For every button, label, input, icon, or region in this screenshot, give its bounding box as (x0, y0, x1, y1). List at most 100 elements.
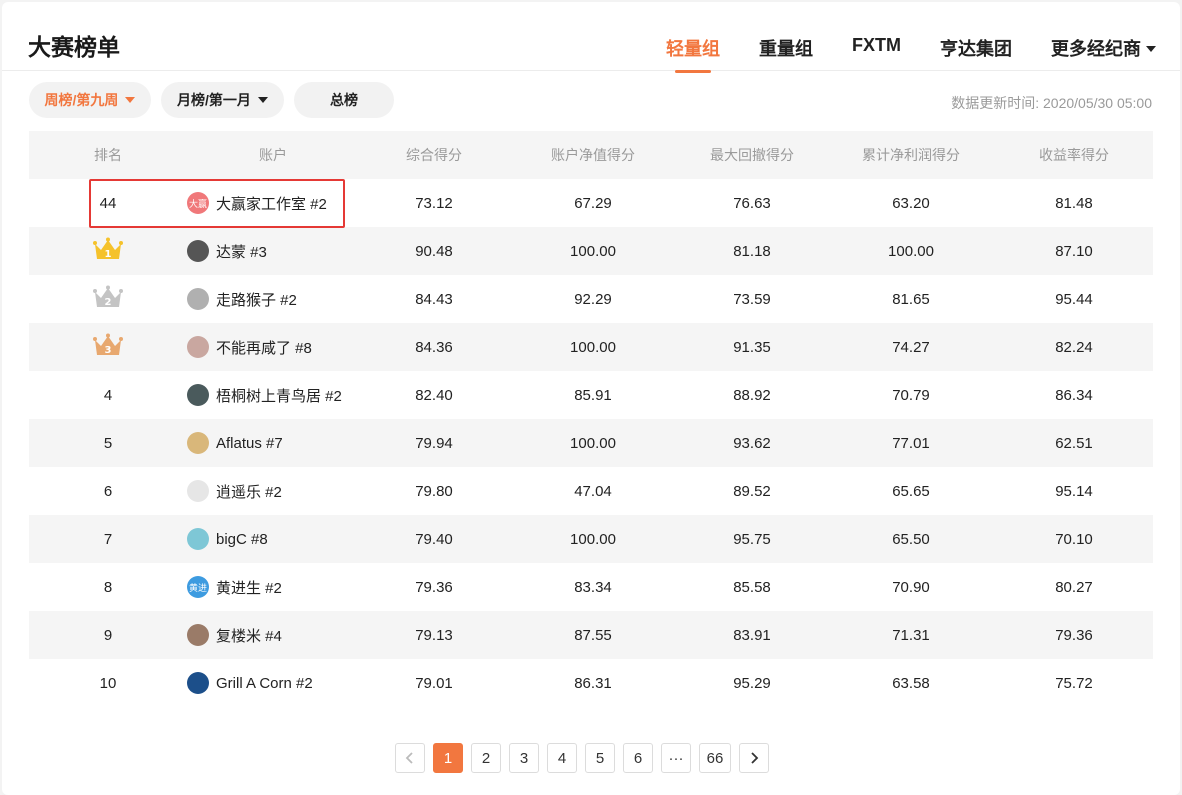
column-header-drawdown-score[interactable]: 最大回撤得分 (677, 145, 827, 165)
monthly-filter-button[interactable]: 月榜/第一月 (161, 82, 284, 118)
account-cell[interactable]: 梧桐树上青鸟居 #2 (187, 384, 359, 406)
page-button[interactable]: 1 (433, 743, 463, 773)
filter-bar: 周榜/第九周 月榜/第一月 总榜 (29, 82, 394, 118)
account-cell[interactable]: Aflatus #7 (187, 432, 359, 454)
net-profit-score: 81.65 (892, 290, 930, 308)
group-tabs: 轻量组 重量组 FXTM 亨达集团 更多经纪商 (627, 35, 1156, 61)
tab-heavy-group[interactable]: 重量组 (759, 35, 813, 61)
account-cell[interactable]: 逍遥乐 #2 (187, 480, 359, 502)
overall-score: 82.40 (415, 386, 453, 404)
table-row[interactable]: 10 Grill A Corn #2 79.01 86.31 95.29 63.58 75.… (29, 659, 1153, 707)
avatar (187, 672, 209, 694)
monthly-filter-label: 月榜/第一月 (177, 92, 251, 108)
equity-score: 92.29 (574, 290, 612, 308)
account-name[interactable]: 不能再咸了 #8 (216, 337, 312, 358)
page-button[interactable]: 3 (509, 743, 539, 773)
account-name[interactable]: 梧桐树上青鸟居 #2 (216, 385, 342, 406)
ellipsis-button[interactable]: ··· (661, 743, 691, 773)
net-profit-score: 71.31 (892, 626, 930, 644)
avatar (187, 240, 209, 262)
net-profit-score: 70.79 (892, 386, 930, 404)
table-row[interactable]: 3 不能再咸了 #8 84.36 100.00 91.35 74.27 82.24 (29, 323, 1153, 371)
account-cell[interactable]: 走路猴子 #2 (187, 288, 359, 310)
page-button[interactable]: 6 (623, 743, 653, 773)
page-button[interactable]: 5 (585, 743, 615, 773)
overall-score: 73.12 (415, 194, 453, 212)
tab-more-brokers[interactable]: 更多经纪商 (1051, 35, 1156, 61)
header: 大赛榜单 轻量组 重量组 FXTM 亨达集团 更多经纪商 (2, 2, 1180, 71)
rank-crown-silver-icon: 2 (29, 285, 187, 313)
account-cell[interactable]: 复楼米 #4 (187, 624, 359, 646)
tab-light-group[interactable]: 轻量组 (666, 35, 720, 61)
account-cell[interactable]: 大赢 大赢家工作室 #2 (187, 192, 359, 214)
rank-number: 4 (103, 386, 113, 404)
caret-down-icon (257, 97, 268, 103)
table-row[interactable]: 6 逍遥乐 #2 79.80 47.04 89.52 65.65 95.14 (29, 467, 1153, 515)
overall-filter-label: 总榜 (330, 92, 358, 108)
weekly-filter-button[interactable]: 周榜/第九周 (29, 82, 151, 118)
net-profit-score: 63.20 (892, 194, 930, 212)
caret-down-icon (1146, 46, 1156, 52)
return-score: 79.36 (1055, 626, 1093, 644)
account-name[interactable]: 走路猴子 #2 (216, 289, 297, 310)
overall-score: 79.94 (415, 434, 453, 452)
tab-fxtm[interactable]: FXTM (852, 35, 901, 61)
equity-score: 100.00 (570, 242, 616, 260)
table-row[interactable]: 8 黄进 黄进生 #2 79.36 83.34 85.58 70.90 80.27 (29, 563, 1153, 611)
overall-score: 90.48 (415, 242, 453, 260)
account-name[interactable]: Aflatus #7 (216, 435, 283, 452)
table-row[interactable]: 2 走路猴子 #2 84.43 92.29 73.59 81.65 95.44 (29, 275, 1153, 323)
tab-label: FXTM (852, 35, 901, 55)
account-name[interactable]: 复楼米 #4 (216, 625, 282, 646)
equity-score: 100.00 (570, 434, 616, 452)
table-row[interactable]: 44 大赢 大赢家工作室 #2 73.12 67.29 76.63 63.20 81.48 (29, 179, 1153, 227)
chevron-left-icon (405, 752, 413, 764)
return-score: 80.27 (1055, 578, 1093, 596)
drawdown-score: 89.52 (733, 482, 771, 500)
tab-hengda[interactable]: 亨达集团 (940, 35, 1012, 61)
table-row[interactable]: 4 梧桐树上青鸟居 #2 82.40 85.91 88.92 70.79 86.34 (29, 371, 1153, 419)
account-cell[interactable]: bigC #8 (187, 528, 359, 550)
account-cell[interactable]: Grill A Corn #2 (187, 672, 359, 694)
return-score: 62.51 (1055, 434, 1093, 452)
table-row[interactable]: 9 复楼米 #4 79.13 87.55 83.91 71.31 79.36 (29, 611, 1153, 659)
net-profit-score: 74.27 (892, 338, 930, 356)
avatar (187, 432, 209, 454)
column-header-equity-score[interactable]: 账户净值得分 (509, 145, 677, 165)
overall-score: 79.36 (415, 578, 453, 596)
column-header-overall-score[interactable]: 综合得分 (359, 145, 509, 165)
column-header-return-score[interactable]: 收益率得分 (995, 145, 1153, 165)
drawdown-score: 95.29 (733, 674, 771, 692)
account-name[interactable]: 大赢家工作室 #2 (216, 193, 327, 214)
equity-score: 86.31 (574, 674, 612, 692)
tab-label: 轻量组 (666, 39, 720, 59)
account-name[interactable]: bigC #8 (216, 531, 268, 548)
overall-filter-button[interactable]: 总榜 (294, 82, 394, 118)
table-row[interactable]: 1 达蒙 #3 90.48 100.00 81.18 100.00 87.10 (29, 227, 1153, 275)
return-score: 70.10 (1055, 530, 1093, 548)
tab-label: 亨达集团 (940, 39, 1012, 59)
rank-number: 44 (99, 194, 117, 212)
account-cell[interactable]: 黄进 黄进生 #2 (187, 576, 359, 598)
rank-number: 6 (103, 482, 113, 500)
drawdown-score: 95.75 (733, 530, 771, 548)
overall-score: 79.01 (415, 674, 453, 692)
equity-score: 100.00 (570, 530, 616, 548)
equity-score: 47.04 (574, 482, 612, 500)
prev-page-button[interactable] (395, 743, 425, 773)
page-button[interactable]: 66 (699, 743, 731, 773)
page-button[interactable]: 4 (547, 743, 577, 773)
next-page-button[interactable] (739, 743, 769, 773)
account-cell[interactable]: 不能再咸了 #8 (187, 336, 359, 358)
table-row[interactable]: 7 bigC #8 79.40 100.00 95.75 65.50 70.10 (29, 515, 1153, 563)
account-name[interactable]: 逍遥乐 #2 (216, 481, 282, 502)
svg-text:1: 1 (105, 249, 112, 260)
account-name[interactable]: 达蒙 #3 (216, 241, 267, 262)
account-name[interactable]: Grill A Corn #2 (216, 675, 313, 692)
account-name[interactable]: 黄进生 #2 (216, 577, 282, 598)
table-row[interactable]: 5 Aflatus #7 79.94 100.00 93.62 77.01 62.51 (29, 419, 1153, 467)
column-header-net-profit-score[interactable]: 累计净利润得分 (827, 145, 995, 165)
account-cell[interactable]: 达蒙 #3 (187, 240, 359, 262)
page-button[interactable]: 2 (471, 743, 501, 773)
pagination: 1 2 3 4 5 6 ··· 66 (395, 743, 769, 773)
